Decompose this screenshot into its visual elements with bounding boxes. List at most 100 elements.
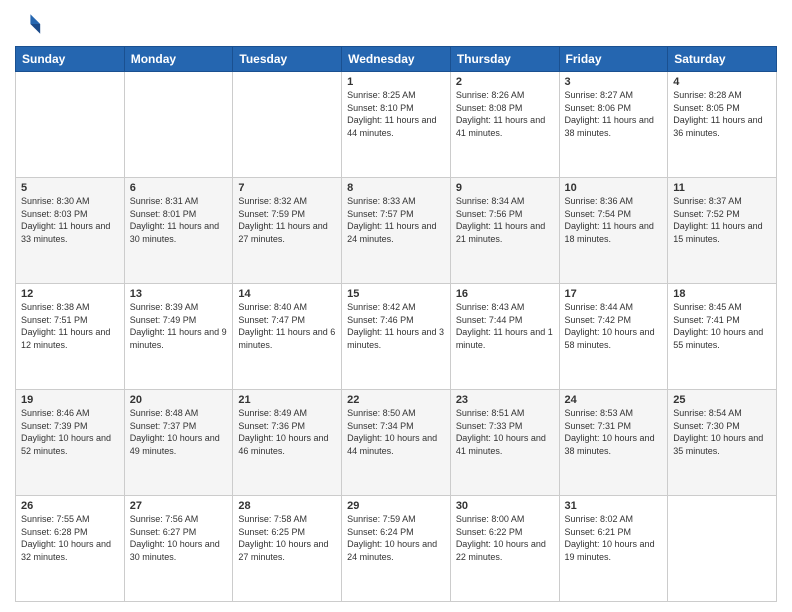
- calendar-day-25: 25Sunrise: 8:54 AMSunset: 7:30 PMDayligh…: [668, 390, 777, 496]
- calendar-day-20: 20Sunrise: 8:48 AMSunset: 7:37 PMDayligh…: [124, 390, 233, 496]
- day-number: 5: [21, 182, 119, 194]
- col-header-sunday: Sunday: [16, 47, 125, 72]
- calendar-day-28: 28Sunrise: 7:58 AMSunset: 6:25 PMDayligh…: [233, 496, 342, 602]
- day-info: Sunrise: 8:30 AMSunset: 8:03 PMDaylight:…: [21, 195, 119, 245]
- calendar-day-30: 30Sunrise: 8:00 AMSunset: 6:22 PMDayligh…: [450, 496, 559, 602]
- calendar-week-5: 26Sunrise: 7:55 AMSunset: 6:28 PMDayligh…: [16, 496, 777, 602]
- day-number: 13: [130, 288, 228, 300]
- day-info: Sunrise: 8:26 AMSunset: 8:08 PMDaylight:…: [456, 89, 554, 139]
- day-number: 11: [673, 182, 771, 194]
- day-number: 28: [238, 500, 336, 512]
- day-number: 20: [130, 394, 228, 406]
- col-header-monday: Monday: [124, 47, 233, 72]
- calendar-day-9: 9Sunrise: 8:34 AMSunset: 7:56 PMDaylight…: [450, 178, 559, 284]
- calendar-day-18: 18Sunrise: 8:45 AMSunset: 7:41 PMDayligh…: [668, 284, 777, 390]
- day-number: 4: [673, 76, 771, 88]
- day-number: 24: [565, 394, 663, 406]
- calendar-day-12: 12Sunrise: 8:38 AMSunset: 7:51 PMDayligh…: [16, 284, 125, 390]
- col-header-tuesday: Tuesday: [233, 47, 342, 72]
- calendar-empty-cell: [16, 72, 125, 178]
- day-info: Sunrise: 8:53 AMSunset: 7:31 PMDaylight:…: [565, 407, 663, 457]
- col-header-friday: Friday: [559, 47, 668, 72]
- day-info: Sunrise: 7:59 AMSunset: 6:24 PMDaylight:…: [347, 513, 445, 563]
- calendar-week-1: 1Sunrise: 8:25 AMSunset: 8:10 PMDaylight…: [16, 72, 777, 178]
- calendar-day-6: 6Sunrise: 8:31 AMSunset: 8:01 PMDaylight…: [124, 178, 233, 284]
- day-number: 29: [347, 500, 445, 512]
- day-number: 2: [456, 76, 554, 88]
- day-info: Sunrise: 8:44 AMSunset: 7:42 PMDaylight:…: [565, 301, 663, 351]
- day-info: Sunrise: 8:39 AMSunset: 7:49 PMDaylight:…: [130, 301, 228, 351]
- calendar-day-8: 8Sunrise: 8:33 AMSunset: 7:57 PMDaylight…: [342, 178, 451, 284]
- day-number: 6: [130, 182, 228, 194]
- calendar-day-7: 7Sunrise: 8:32 AMSunset: 7:59 PMDaylight…: [233, 178, 342, 284]
- day-info: Sunrise: 8:50 AMSunset: 7:34 PMDaylight:…: [347, 407, 445, 457]
- calendar-day-5: 5Sunrise: 8:30 AMSunset: 8:03 PMDaylight…: [16, 178, 125, 284]
- day-info: Sunrise: 8:46 AMSunset: 7:39 PMDaylight:…: [21, 407, 119, 457]
- day-number: 17: [565, 288, 663, 300]
- calendar-day-26: 26Sunrise: 7:55 AMSunset: 6:28 PMDayligh…: [16, 496, 125, 602]
- day-info: Sunrise: 8:45 AMSunset: 7:41 PMDaylight:…: [673, 301, 771, 351]
- calendar-day-4: 4Sunrise: 8:28 AMSunset: 8:05 PMDaylight…: [668, 72, 777, 178]
- day-info: Sunrise: 8:27 AMSunset: 8:06 PMDaylight:…: [565, 89, 663, 139]
- day-info: Sunrise: 8:40 AMSunset: 7:47 PMDaylight:…: [238, 301, 336, 351]
- day-number: 31: [565, 500, 663, 512]
- calendar: SundayMondayTuesdayWednesdayThursdayFrid…: [15, 46, 777, 602]
- day-number: 7: [238, 182, 336, 194]
- day-info: Sunrise: 8:48 AMSunset: 7:37 PMDaylight:…: [130, 407, 228, 457]
- day-info: Sunrise: 7:58 AMSunset: 6:25 PMDaylight:…: [238, 513, 336, 563]
- day-number: 25: [673, 394, 771, 406]
- day-info: Sunrise: 8:38 AMSunset: 7:51 PMDaylight:…: [21, 301, 119, 351]
- day-number: 12: [21, 288, 119, 300]
- col-header-saturday: Saturday: [668, 47, 777, 72]
- day-info: Sunrise: 8:25 AMSunset: 8:10 PMDaylight:…: [347, 89, 445, 139]
- calendar-day-29: 29Sunrise: 7:59 AMSunset: 6:24 PMDayligh…: [342, 496, 451, 602]
- day-number: 26: [21, 500, 119, 512]
- day-info: Sunrise: 8:51 AMSunset: 7:33 PMDaylight:…: [456, 407, 554, 457]
- day-info: Sunrise: 8:34 AMSunset: 7:56 PMDaylight:…: [456, 195, 554, 245]
- calendar-day-27: 27Sunrise: 7:56 AMSunset: 6:27 PMDayligh…: [124, 496, 233, 602]
- day-number: 18: [673, 288, 771, 300]
- day-info: Sunrise: 8:42 AMSunset: 7:46 PMDaylight:…: [347, 301, 445, 351]
- calendar-day-24: 24Sunrise: 8:53 AMSunset: 7:31 PMDayligh…: [559, 390, 668, 496]
- col-header-thursday: Thursday: [450, 47, 559, 72]
- day-number: 30: [456, 500, 554, 512]
- day-number: 10: [565, 182, 663, 194]
- day-number: 22: [347, 394, 445, 406]
- day-number: 3: [565, 76, 663, 88]
- calendar-day-21: 21Sunrise: 8:49 AMSunset: 7:36 PMDayligh…: [233, 390, 342, 496]
- calendar-day-3: 3Sunrise: 8:27 AMSunset: 8:06 PMDaylight…: [559, 72, 668, 178]
- day-number: 16: [456, 288, 554, 300]
- calendar-day-11: 11Sunrise: 8:37 AMSunset: 7:52 PMDayligh…: [668, 178, 777, 284]
- day-number: 23: [456, 394, 554, 406]
- calendar-day-10: 10Sunrise: 8:36 AMSunset: 7:54 PMDayligh…: [559, 178, 668, 284]
- calendar-empty-cell: [668, 496, 777, 602]
- calendar-day-17: 17Sunrise: 8:44 AMSunset: 7:42 PMDayligh…: [559, 284, 668, 390]
- day-number: 1: [347, 76, 445, 88]
- day-info: Sunrise: 8:31 AMSunset: 8:01 PMDaylight:…: [130, 195, 228, 245]
- calendar-day-22: 22Sunrise: 8:50 AMSunset: 7:34 PMDayligh…: [342, 390, 451, 496]
- calendar-day-16: 16Sunrise: 8:43 AMSunset: 7:44 PMDayligh…: [450, 284, 559, 390]
- calendar-day-15: 15Sunrise: 8:42 AMSunset: 7:46 PMDayligh…: [342, 284, 451, 390]
- calendar-empty-cell: [233, 72, 342, 178]
- day-number: 14: [238, 288, 336, 300]
- day-number: 15: [347, 288, 445, 300]
- logo: [15, 10, 47, 38]
- calendar-day-14: 14Sunrise: 8:40 AMSunset: 7:47 PMDayligh…: [233, 284, 342, 390]
- day-info: Sunrise: 7:56 AMSunset: 6:27 PMDaylight:…: [130, 513, 228, 563]
- calendar-week-2: 5Sunrise: 8:30 AMSunset: 8:03 PMDaylight…: [16, 178, 777, 284]
- day-info: Sunrise: 8:32 AMSunset: 7:59 PMDaylight:…: [238, 195, 336, 245]
- day-info: Sunrise: 8:36 AMSunset: 7:54 PMDaylight:…: [565, 195, 663, 245]
- day-info: Sunrise: 8:02 AMSunset: 6:21 PMDaylight:…: [565, 513, 663, 563]
- col-header-wednesday: Wednesday: [342, 47, 451, 72]
- calendar-day-19: 19Sunrise: 8:46 AMSunset: 7:39 PMDayligh…: [16, 390, 125, 496]
- day-info: Sunrise: 8:33 AMSunset: 7:57 PMDaylight:…: [347, 195, 445, 245]
- header: [15, 10, 777, 38]
- calendar-day-13: 13Sunrise: 8:39 AMSunset: 7:49 PMDayligh…: [124, 284, 233, 390]
- calendar-day-2: 2Sunrise: 8:26 AMSunset: 8:08 PMDaylight…: [450, 72, 559, 178]
- calendar-day-31: 31Sunrise: 8:02 AMSunset: 6:21 PMDayligh…: [559, 496, 668, 602]
- calendar-week-4: 19Sunrise: 8:46 AMSunset: 7:39 PMDayligh…: [16, 390, 777, 496]
- calendar-day-1: 1Sunrise: 8:25 AMSunset: 8:10 PMDaylight…: [342, 72, 451, 178]
- day-info: Sunrise: 8:37 AMSunset: 7:52 PMDaylight:…: [673, 195, 771, 245]
- day-info: Sunrise: 8:43 AMSunset: 7:44 PMDaylight:…: [456, 301, 554, 351]
- day-info: Sunrise: 8:00 AMSunset: 6:22 PMDaylight:…: [456, 513, 554, 563]
